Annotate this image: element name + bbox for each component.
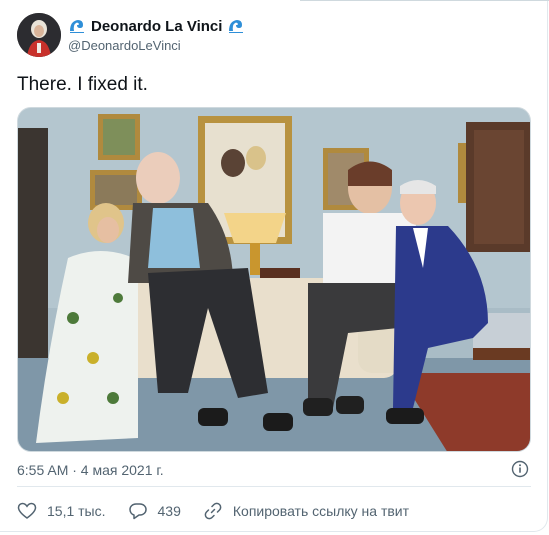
link-icon <box>204 502 222 520</box>
avatar-image <box>17 13 61 57</box>
reply-button[interactable]: 439 <box>128 501 181 521</box>
tweet-timestamp[interactable]: 6:55 AM · 4 мая 2021 г. <box>17 462 164 478</box>
author-name-row[interactable]: Deonardo La Vinci <box>68 16 245 36</box>
tweet-text: There. I fixed it. <box>17 74 148 95</box>
like-count: 15,1 тыс. <box>47 503 106 519</box>
action-divider <box>17 486 531 487</box>
tweet-actions: 15,1 тыс. 439 Копировать ссылку на твит <box>17 500 431 522</box>
info-icon[interactable] <box>511 460 529 478</box>
copy-link-button[interactable]: Копировать ссылку на твит <box>203 501 409 521</box>
author-handle[interactable]: @DeonardoLeVinci <box>68 38 181 53</box>
top-divider <box>300 0 549 1</box>
wave-emoji-icon <box>68 17 86 35</box>
reply-icon <box>128 503 147 520</box>
like-button[interactable]: 15,1 тыс. <box>17 501 106 521</box>
photo-illustration <box>18 108 530 451</box>
tweet-photo[interactable] <box>17 107 531 452</box>
reply-count: 439 <box>157 503 181 519</box>
copy-link-label: Копировать ссылку на твит <box>232 503 410 519</box>
avatar[interactable] <box>17 13 61 57</box>
wave-emoji-icon <box>229 20 244 33</box>
heart-icon <box>17 502 37 519</box>
author-name: Deonardo La Vinci <box>91 17 223 35</box>
